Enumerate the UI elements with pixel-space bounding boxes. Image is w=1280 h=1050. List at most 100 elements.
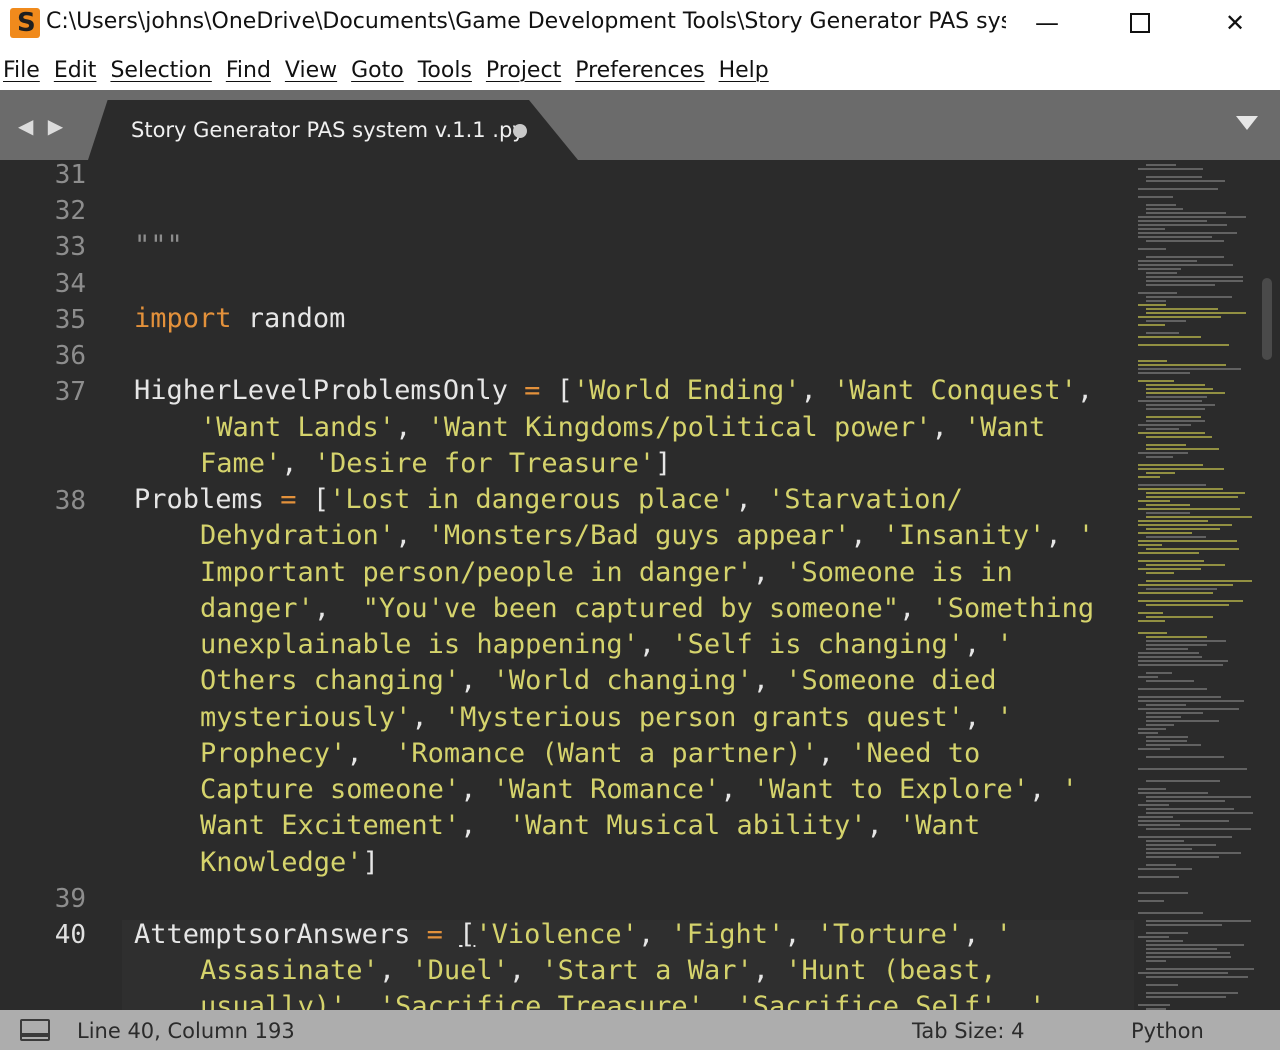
minimap-line xyxy=(1138,540,1237,542)
code-line-wrap: Assasinate', 'Duel', 'Start a War', 'Hun… xyxy=(200,955,997,986)
minimap-line xyxy=(1138,344,1229,346)
code-editor[interactable]: 31 32 33 34 35 36 37 38 39 40 """ import… xyxy=(0,160,1280,1010)
code-text: , xyxy=(395,520,428,551)
minimap-line xyxy=(1138,652,1199,654)
code-text: , xyxy=(638,629,672,660)
code-line: """ xyxy=(134,230,183,261)
cursor-position[interactable]: Line 40, Column 193 xyxy=(77,1019,295,1043)
minimap-line xyxy=(1138,236,1212,238)
code-string: 'Want Musical ability' xyxy=(508,810,867,841)
close-button[interactable]: ✕ xyxy=(1200,0,1270,46)
minimap-line xyxy=(1138,728,1166,730)
code-text: , xyxy=(850,520,883,551)
minimap-line xyxy=(1146,956,1231,958)
minimap[interactable] xyxy=(1134,160,1254,1010)
line-number: 32 xyxy=(54,196,86,226)
unsaved-dot-icon[interactable] xyxy=(513,124,527,138)
minimap-line xyxy=(1138,748,1170,750)
code-string: Dehydration' xyxy=(200,520,396,551)
code-string: 'Want xyxy=(964,412,1046,443)
minimap-line xyxy=(1146,932,1188,934)
tab-list-dropdown-icon[interactable] xyxy=(1236,116,1258,130)
menu-project[interactable]: Project xyxy=(486,58,561,83)
minimap-line xyxy=(1138,468,1224,470)
code-string: ' xyxy=(1077,520,1095,551)
menu-find[interactable]: Find xyxy=(226,58,271,83)
code-line-wrap: Important person/people in danger', 'Som… xyxy=(200,557,1013,588)
minimap-line xyxy=(1146,536,1206,538)
code-string: "You've been captured by someone" xyxy=(362,593,900,624)
minimap-line xyxy=(1146,604,1229,606)
code-string: Knowledge' xyxy=(200,847,363,878)
code-operator: = xyxy=(410,919,460,950)
minimap-line xyxy=(1138,560,1204,562)
menu-file[interactable]: File xyxy=(3,58,40,83)
minimize-button[interactable]: — xyxy=(1012,0,1082,46)
line-number: 39 xyxy=(54,884,86,914)
minimap-line xyxy=(1146,396,1207,398)
minimap-line xyxy=(1146,844,1216,846)
minimap-line xyxy=(1138,520,1208,522)
menu-selection[interactable]: Selection xyxy=(110,58,211,83)
minimap-line xyxy=(1138,804,1169,806)
code-string: Others changing' xyxy=(200,665,461,696)
code-string: mysteriously' xyxy=(200,702,412,733)
code-text: , xyxy=(411,702,444,733)
line-number: 33 xyxy=(54,232,86,262)
minimap-line xyxy=(1138,972,1228,974)
menu-edit[interactable]: Edit xyxy=(54,58,97,83)
minimap-line xyxy=(1138,824,1180,826)
code-line-wrap: Capture someone', 'Want Romance', 'Want … xyxy=(200,774,1078,805)
tab-size-selector[interactable]: Tab Size: 4 xyxy=(912,1019,1024,1043)
code-string: 'Need to xyxy=(850,738,981,769)
code-string: usually)' xyxy=(200,991,347,1010)
code-line-wrap: Prophecy', 'Romance (Want a partner)', '… xyxy=(200,738,980,769)
menu-goto[interactable]: Goto xyxy=(351,58,404,83)
tab-active-file[interactable]: Story Generator PAS system v.1.1 .py xyxy=(88,100,578,160)
minimap-line xyxy=(1146,320,1186,322)
minimap-line xyxy=(1146,448,1219,450)
code-string: 'Someone died xyxy=(785,665,997,696)
code-string: 'Want to Explore' xyxy=(752,774,1030,805)
minimap-line xyxy=(1138,600,1243,602)
code-line-wrap: usually)', 'Sacrifice Treasure', 'Sacrif… xyxy=(200,991,1045,1010)
code-text: , xyxy=(735,484,768,515)
vertical-scrollbar[interactable] xyxy=(1260,160,1274,1010)
code-line: AttemptsorAnswers = ['Violence', 'Fight'… xyxy=(134,919,1012,950)
minimap-line xyxy=(1138,316,1221,318)
tab-navigation-arrows-icon[interactable]: ◀ ▶ xyxy=(18,114,67,138)
minimap-line xyxy=(1138,876,1179,878)
menu-bar: File Edit Selection Find View Goto Tools… xyxy=(0,50,1280,90)
close-icon: ✕ xyxy=(1224,9,1246,37)
code-text: , xyxy=(346,991,379,1010)
code-string: Assasinate' xyxy=(200,955,379,986)
menu-view[interactable]: View xyxy=(285,58,337,83)
menu-preferences[interactable]: Preferences xyxy=(575,58,704,83)
minimap-line xyxy=(1146,736,1188,738)
minimap-line xyxy=(1138,632,1167,634)
menu-tools[interactable]: Tools xyxy=(418,58,472,83)
minimap-line xyxy=(1146,672,1172,674)
code-line: HigherLevelProblemsOnly = ['World Ending… xyxy=(134,375,1093,406)
minimap-line xyxy=(1146,756,1224,758)
code-text: [ xyxy=(556,375,573,406)
code-string: 'Monsters/Bad guys appear' xyxy=(427,520,851,551)
code-string: unexplainable is happening' xyxy=(200,629,639,660)
minimap-line xyxy=(1138,188,1218,190)
panel-toggle-icon[interactable] xyxy=(20,1019,50,1041)
maximize-button[interactable] xyxy=(1105,0,1175,46)
code-line-wrap: danger', "You've been captured by someon… xyxy=(200,593,1094,624)
code-string: ' xyxy=(1061,774,1078,805)
scrollbar-thumb[interactable] xyxy=(1262,278,1272,360)
menu-help[interactable]: Help xyxy=(719,58,769,83)
minimap-line xyxy=(1146,388,1213,390)
code-text: , xyxy=(460,810,509,841)
code-string: 'Violence' xyxy=(475,919,638,950)
syntax-selector[interactable]: Python xyxy=(1131,1019,1204,1043)
minimap-line xyxy=(1146,300,1166,302)
minimap-line xyxy=(1138,424,1191,426)
code-string: 'Desire for Treasure' xyxy=(313,448,656,479)
line-number-gutter[interactable]: 31 32 33 34 35 36 37 38 39 40 xyxy=(0,160,122,1010)
code-text: HigherLevelProblemsOnly xyxy=(134,375,508,406)
minimap-line xyxy=(1138,488,1223,490)
